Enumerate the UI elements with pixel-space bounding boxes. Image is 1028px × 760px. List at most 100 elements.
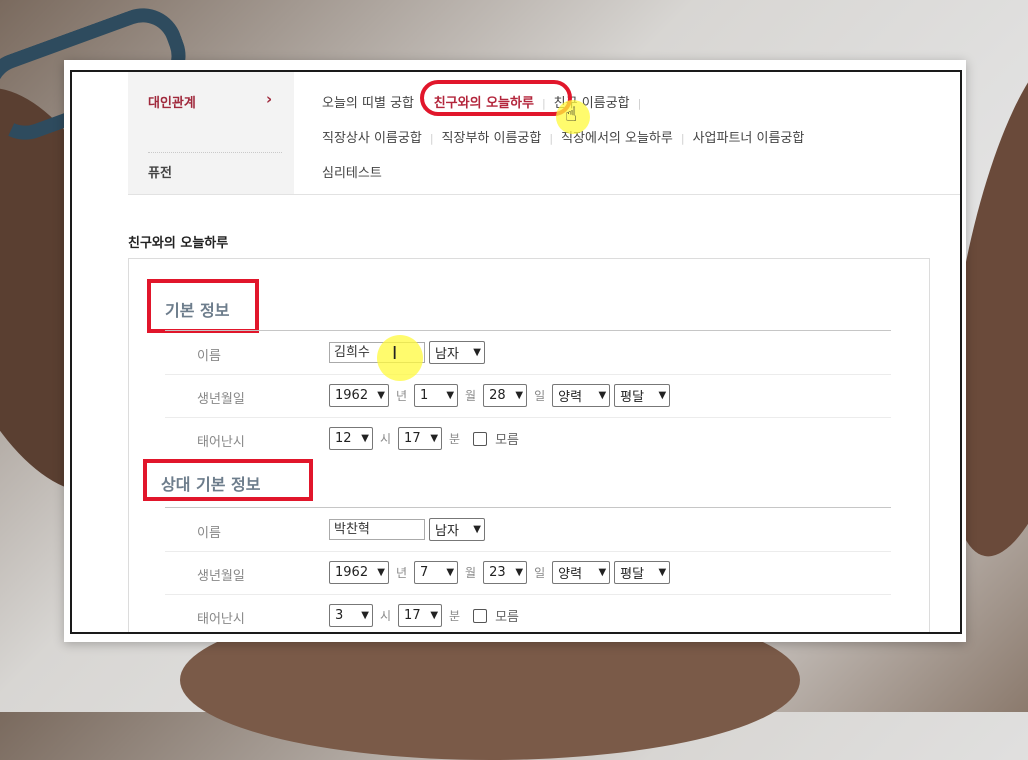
menu-link-subordinate-name-match[interactable]: 직장부하 이름궁합	[442, 131, 542, 146]
category-interpersonal[interactable]: 대인관계	[148, 92, 196, 111]
text-cursor-icon: I	[392, 343, 398, 364]
partner-birthtime-controls: 3 ▼ 시 17 ▼ 분 모름	[329, 604, 519, 627]
chevron-down-icon: ▼	[446, 390, 455, 401]
partner-day-value: 23	[489, 565, 506, 580]
partner-gender-select[interactable]: 남자 ▼	[429, 518, 485, 541]
label-partner-birthdate: 생년월일	[197, 569, 245, 584]
chevron-down-icon: ▼	[361, 610, 369, 621]
partner-month-unit: 월	[465, 566, 477, 580]
partner-year-unit: 년	[396, 566, 408, 580]
chevron-down-icon: ▼	[515, 567, 524, 578]
partner-day-select[interactable]: 23 ▼	[483, 561, 528, 584]
label-partner-name: 이름	[197, 526, 221, 541]
partner-calendar-value: 양력	[558, 567, 583, 582]
chevron-down-icon: ▼	[658, 567, 667, 578]
menu-separator: |	[429, 132, 434, 145]
year-unit: 년	[396, 389, 408, 403]
month-value: 1	[420, 388, 429, 403]
chevron-down-icon: ▼	[430, 433, 439, 444]
partner-unknown-time-label: 모름	[495, 610, 520, 625]
menu-link-boss-name-match[interactable]: 직장상사 이름궁합	[322, 131, 422, 146]
chevron-down-icon: ▼	[598, 390, 607, 401]
row-birthtime: 태어난시 12 ▼ 시 17 ▼ 분 모름	[165, 417, 891, 460]
chevron-down-icon: ▼	[515, 390, 524, 401]
calendar-select[interactable]: 양력 ▼	[552, 384, 611, 407]
hour-unit: 시	[380, 432, 392, 446]
row-partner-name: 이름 박찬혁 남자 ▼	[165, 508, 891, 552]
year-value: 1962	[335, 388, 369, 403]
category-fusion[interactable]: 퓨전	[148, 162, 172, 181]
hour-value: 12	[335, 431, 352, 446]
page-title: 친구와의 오늘하루	[128, 236, 229, 251]
partner-leap-month-select[interactable]: 평달 ▼	[614, 561, 671, 584]
submenu-row-1: 오늘의 띠별 궁합 | 친구와의 오늘하루 | 친구 이름궁합 |	[322, 80, 649, 116]
partner-birthdate-controls: 1962 ▼ 년 7 ▼ 월 23 ▼ 일 양력 ▼ 평달 ▼	[329, 561, 671, 584]
partner-unknown-time-checkbox[interactable]	[473, 608, 488, 623]
leap-month-select[interactable]: 평달 ▼	[614, 384, 671, 407]
chevron-down-icon: ▼	[658, 390, 667, 401]
birthtime-controls: 12 ▼ 시 17 ▼ 분 모름	[329, 427, 519, 450]
cursor-highlight	[377, 335, 423, 381]
day-unit: 일	[534, 389, 546, 403]
submenu: 오늘의 띠별 궁합 | 친구와의 오늘하루 | 친구 이름궁합 | 직장상사 이름궁합 | 직…	[294, 72, 960, 195]
row-name: 이름 김희수 남자 ▼	[165, 331, 891, 375]
hour-select[interactable]: 12 ▼	[329, 427, 373, 450]
menu-link-psych-test[interactable]: 심리테스트	[322, 166, 382, 181]
month-select[interactable]: 1 ▼	[414, 384, 459, 407]
menu-link-partner-name-match[interactable]: 사업파트너 이름궁합	[693, 131, 805, 146]
partner-name-controls: 박찬혁 남자 ▼	[329, 518, 485, 541]
month-unit: 월	[465, 389, 477, 403]
chevron-down-icon: ▼	[473, 347, 481, 358]
menu-link-friend-today-wrapper: 친구와의 오늘하루	[419, 80, 572, 116]
form-panel: 기본 정보 이름 김희수 남자 ▼ 생년월일 1962 ▼ 년 1 ▼ 월 28 ▼ 일	[128, 258, 930, 632]
chevron-down-icon: ▼	[430, 610, 439, 621]
chevron-down-icon: ▼	[361, 433, 369, 444]
partner-month-value: 7	[420, 565, 429, 580]
annotation-highlight-circle	[419, 80, 572, 116]
partner-hour-unit: 시	[380, 609, 392, 623]
hand-pointer-icon: ☝	[565, 102, 578, 126]
partner-minute-value: 17	[404, 608, 421, 623]
row-birthdate: 생년월일 1962 ▼ 년 1 ▼ 월 28 ▼ 일 양력 ▼ 평달 ▼	[165, 374, 891, 418]
minute-value: 17	[404, 431, 421, 446]
label-name: 이름	[197, 349, 221, 364]
unknown-time-checkbox[interactable]	[473, 431, 488, 446]
chevron-down-icon: ▼	[446, 567, 455, 578]
screenshot-window: 대인관계 › 퓨전 오늘의 띠별 궁합 | 친구와의 오늘하루 | 친구 이름궁합 | 직…	[64, 60, 966, 642]
menu-separator: |	[637, 97, 642, 110]
leap-value: 평달	[620, 390, 645, 405]
menu-separator: |	[549, 132, 554, 145]
gender-select[interactable]: 남자 ▼	[429, 341, 485, 364]
label-birthdate: 생년월일	[197, 392, 245, 407]
day-select[interactable]: 28 ▼	[483, 384, 528, 407]
day-value: 28	[489, 388, 506, 403]
chevron-down-icon: ▼	[377, 567, 385, 578]
minute-select[interactable]: 17 ▼	[398, 427, 443, 450]
unknown-time-label: 모름	[495, 433, 520, 448]
minute-unit: 분	[449, 432, 461, 446]
section-title-partner-info: 상대 기본 정보	[161, 475, 261, 494]
label-birthtime: 태어난시	[197, 435, 245, 450]
row-partner-birthdate: 생년월일 1962 ▼ 년 7 ▼ 월 23 ▼ 일 양력 ▼ 평달 ▼	[165, 551, 891, 595]
menu-link-zodiac-match[interactable]: 오늘의 띠별 궁합	[322, 96, 414, 111]
partner-month-select[interactable]: 7 ▼	[414, 561, 459, 584]
partner-name-input[interactable]: 박찬혁	[329, 519, 425, 540]
partner-year-select[interactable]: 1962 ▼	[329, 561, 389, 584]
submenu-row-3: 심리테스트	[322, 162, 382, 181]
partner-calendar-select[interactable]: 양력 ▼	[552, 561, 611, 584]
category-menu: 대인관계 › 퓨전	[128, 72, 294, 195]
browser-viewport: 대인관계 › 퓨전 오늘의 띠별 궁합 | 친구와의 오늘하루 | 친구 이름궁합 | 직…	[70, 70, 962, 634]
chevron-right-icon: ›	[266, 90, 273, 108]
partner-hour-select[interactable]: 3 ▼	[329, 604, 373, 627]
label-partner-birthtime: 태어난시	[197, 612, 245, 627]
partner-minute-select[interactable]: 17 ▼	[398, 604, 443, 627]
partner-day-unit: 일	[534, 566, 546, 580]
partner-hour-value: 3	[335, 608, 344, 623]
birthdate-controls: 1962 ▼ 년 1 ▼ 월 28 ▼ 일 양력 ▼ 평달 ▼	[329, 384, 671, 407]
row-partner-birthtime: 태어난시 3 ▼ 시 17 ▼ 분 모름	[165, 594, 891, 632]
partner-minute-unit: 분	[449, 609, 461, 623]
category-divider	[148, 152, 282, 153]
chevron-down-icon: ▼	[377, 390, 385, 401]
calendar-value: 양력	[558, 390, 583, 405]
year-select[interactable]: 1962 ▼	[329, 384, 389, 407]
